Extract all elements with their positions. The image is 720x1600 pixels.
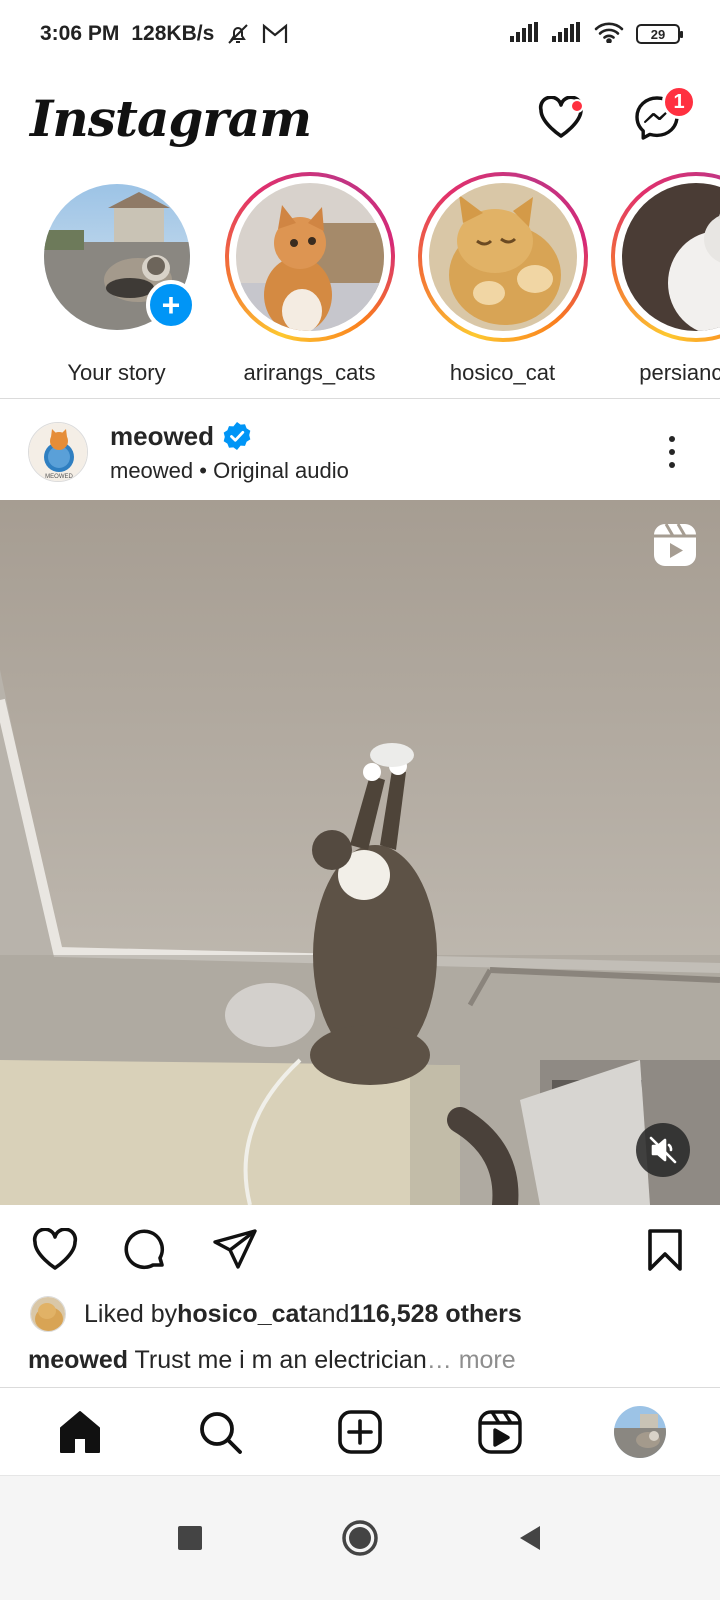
story-ring (417, 172, 588, 342)
reels-icon (478, 1409, 522, 1454)
activity-button[interactable] (536, 93, 586, 143)
caption-more-link[interactable]: … more (427, 1346, 516, 1374)
post-username[interactable]: meowed (110, 421, 214, 452)
signal-icon (552, 21, 582, 47)
messages-badge: 1 (662, 85, 696, 119)
gmail-icon (262, 23, 288, 45)
nav-create-button[interactable] (330, 1402, 390, 1462)
story-your-story[interactable]: + Your story (20, 172, 213, 398)
dot-icon (669, 462, 675, 468)
post-more-options-button[interactable] (652, 422, 692, 482)
liked-by-user[interactable]: hosico_cat (177, 1300, 308, 1329)
app-header: Instagram 1 (0, 68, 720, 168)
post-header: MEOWED meowed meowed • Original audio (0, 404, 720, 500)
nav-search-button[interactable] (190, 1402, 250, 1462)
square-icon (178, 1526, 202, 1550)
nav-reels-button[interactable] (470, 1402, 530, 1462)
reels-icon (652, 522, 698, 573)
dot-icon (669, 449, 675, 455)
story-username: hosico_cat (449, 360, 556, 385)
bell-off-icon (226, 22, 250, 46)
recents-button[interactable] (160, 1508, 220, 1568)
stories-divider (0, 398, 720, 399)
signal-icon (510, 21, 540, 47)
network-speed: 128KB/s (131, 22, 215, 45)
system-nav-bar (0, 1475, 720, 1600)
video-frame (0, 500, 720, 1205)
story-persiancats[interactable]: persiancats (599, 172, 720, 398)
post-avatar[interactable]: MEOWED (28, 422, 88, 482)
battery-level: 29 (650, 26, 666, 42)
post-media-video[interactable] (0, 500, 720, 1205)
story-username: persiancats (639, 360, 720, 385)
dot-icon (669, 436, 675, 442)
story-ring (610, 172, 720, 342)
post-meta: meowed meowed • Original audio (110, 421, 652, 484)
search-icon (200, 1411, 242, 1454)
notification-dot (570, 99, 584, 113)
home-icon (60, 1410, 100, 1453)
speaker-muted-icon (649, 1136, 677, 1164)
liker-avatar (30, 1296, 66, 1332)
caption-text: Trust me i m an electrician (128, 1346, 427, 1374)
profile-avatar (614, 1405, 666, 1458)
add-post-icon (338, 1409, 382, 1454)
bookmark-icon (648, 1229, 682, 1271)
post-username-row: meowed (110, 421, 652, 452)
likes-prefix: Liked by (84, 1299, 178, 1328)
caption-username[interactable]: meowed (28, 1346, 128, 1374)
bottom-nav (0, 1387, 720, 1475)
svg-text:MEOWED: MEOWED (45, 474, 73, 480)
story-arirangs-cats[interactable]: arirangs_cats (213, 172, 406, 398)
story-username: arirangs_cats (243, 360, 376, 385)
story-avatar (621, 183, 720, 331)
send-icon (213, 1229, 257, 1269)
circle-icon (342, 1520, 378, 1556)
like-button[interactable] (30, 1225, 80, 1275)
back-triangle-icon (520, 1526, 540, 1550)
battery-icon: 29 (636, 24, 683, 44)
likes-middle: and (307, 1299, 350, 1328)
post-likes[interactable]: Liked by hosico_cat and 116,528 others (30, 1296, 522, 1332)
status-right: 29 (510, 21, 683, 48)
add-story-button[interactable]: + (146, 280, 196, 330)
save-button[interactable] (640, 1225, 690, 1275)
likes-count[interactable]: 116,528 others (349, 1300, 521, 1329)
nav-profile-button[interactable] (610, 1402, 670, 1462)
status-left: 3:06 PM 128KB/s (40, 22, 288, 46)
story-avatar (428, 183, 577, 331)
post-caption[interactable]: meowed Trust me i m an electrician… more (28, 1346, 516, 1375)
verified-badge-icon (223, 422, 251, 450)
nav-home-button[interactable] (50, 1402, 110, 1462)
heart-icon (32, 1228, 78, 1270)
comment-icon (124, 1229, 165, 1270)
post-audio-subtitle[interactable]: meowed • Original audio (110, 458, 652, 484)
messenger-button[interactable]: 1 (632, 85, 696, 143)
post-action-bar (0, 1210, 720, 1290)
instagram-logo[interactable]: Instagram (30, 89, 312, 148)
story-hosico-cat[interactable]: hosico_cat (406, 172, 599, 398)
mute-toggle-button[interactable] (636, 1123, 690, 1177)
header-actions: 1 (536, 85, 696, 143)
story-avatar (235, 183, 384, 331)
post-actions-left (30, 1225, 640, 1275)
stories-tray: + Your story arirangs_cats hosico_cat pe… (0, 172, 720, 398)
back-button[interactable] (500, 1508, 560, 1568)
share-button[interactable] (210, 1225, 260, 1275)
story-ring (224, 172, 395, 342)
status-bar: 3:06 PM 128KB/s 29 (0, 0, 720, 68)
story-username: Your story (67, 360, 166, 385)
status-time: 3:06 PM (40, 22, 120, 45)
comment-button[interactable] (120, 1225, 170, 1275)
wifi-icon (594, 21, 624, 48)
home-system-button[interactable] (330, 1508, 390, 1568)
